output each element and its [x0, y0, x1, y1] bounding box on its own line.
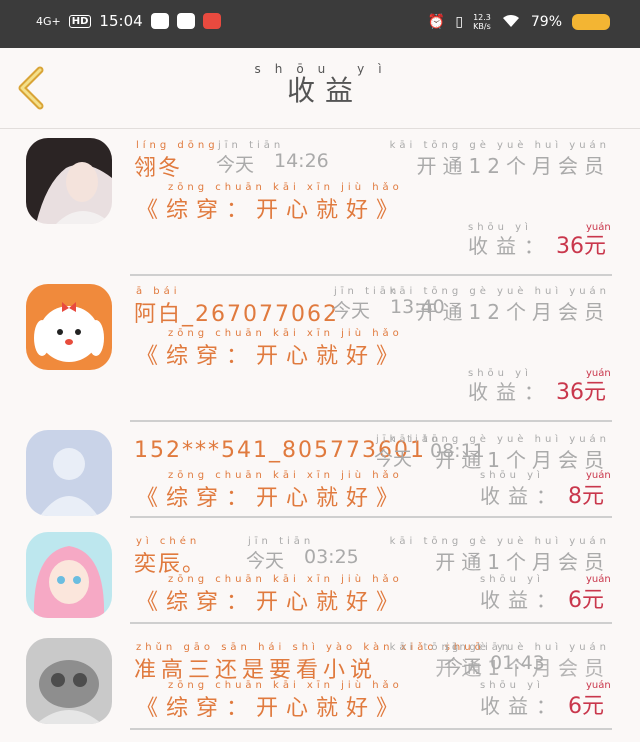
earning-label: 收益：: [480, 694, 564, 718]
user-name: 翎冬: [134, 156, 183, 181]
page-title: shōu yì 收益: [254, 62, 396, 107]
app-notification-icon: [202, 13, 221, 29]
wifi-icon: [501, 12, 521, 32]
time-label: 今天: [246, 550, 285, 572]
status-time: 15:04: [99, 12, 143, 30]
list-item[interactable]: 152***541_805773601 jīn tiān 今天 08:11 kā…: [0, 422, 640, 518]
novel-title: 《综穿：开心就好》: [136, 344, 407, 369]
list-item[interactable]: zhǔn gāo sān hái shì yào kàn xiǎo shuō 准…: [0, 634, 640, 730]
earning-label: 收益：: [480, 484, 564, 508]
avatar: [26, 532, 112, 618]
earning-amount: 8元: [568, 484, 604, 509]
time-label: 今天: [374, 448, 413, 470]
status-bar: 4G+ HD 15:04 ⏰ ▯ 12.3 KB/s 79%: [0, 0, 640, 48]
video-icon: [176, 13, 195, 29]
earning-amount: 6元: [568, 694, 604, 719]
page-header: shōu yì 收益: [0, 48, 640, 129]
divider: [130, 728, 612, 730]
order-desc: 开通1个月会员: [435, 656, 610, 680]
order-desc: 开通12个月会员: [416, 300, 610, 324]
order-desc: 开通12个月会员: [416, 154, 610, 178]
alarm-icon: ⏰: [427, 14, 446, 30]
list-item[interactable]: líng dōng 翎冬 jīn tiān 今天 14:26 kāi tōng …: [0, 130, 640, 276]
earning-amount: 6元: [568, 588, 604, 613]
novel-title: 《综穿：开心就好》: [136, 198, 407, 223]
battery-level: 79%: [530, 14, 562, 30]
net-speed: 12.3 KB/s: [473, 13, 491, 31]
order-time: 03:25: [304, 546, 359, 568]
earning-label: 收益：: [480, 588, 564, 612]
hd-badge: HD: [68, 14, 92, 28]
list-item[interactable]: yì chén 奕辰。 jīn tiān 今天 03:25 kāi tōng g…: [0, 528, 640, 624]
time-label: 今天: [216, 154, 255, 176]
order-time: 14:26: [274, 150, 329, 172]
avatar: [26, 638, 112, 724]
order-desc: 开通1个月会员: [435, 448, 610, 472]
order-desc: 开通1个月会员: [435, 550, 610, 574]
divider: [130, 622, 612, 624]
network-indicator: 4G+: [36, 14, 61, 28]
wechat-icon: [150, 13, 169, 29]
novel-title: 《综穿：开心就好》: [136, 696, 407, 721]
emoji-icon: [572, 14, 610, 30]
novel-title: 《综穿：开心就好》: [136, 486, 407, 511]
earning-amount: 36元: [556, 234, 606, 259]
novel-title: 《综穿：开心就好》: [136, 590, 407, 615]
avatar: [26, 430, 112, 516]
divider: [130, 516, 612, 518]
avatar: [26, 138, 112, 224]
vibrate-icon: ▯: [455, 14, 464, 30]
avatar: [26, 284, 112, 370]
earning-label: 收益：: [468, 234, 552, 258]
user-name: 阿白_267077062: [134, 302, 339, 327]
earning-label: 收益：: [468, 380, 552, 404]
list-item[interactable]: ā bái 阿白_267077062 jīn tiān 今天 13:40 kāi…: [0, 276, 640, 422]
time-label: 今天: [332, 300, 371, 322]
earning-amount: 36元: [556, 380, 606, 405]
